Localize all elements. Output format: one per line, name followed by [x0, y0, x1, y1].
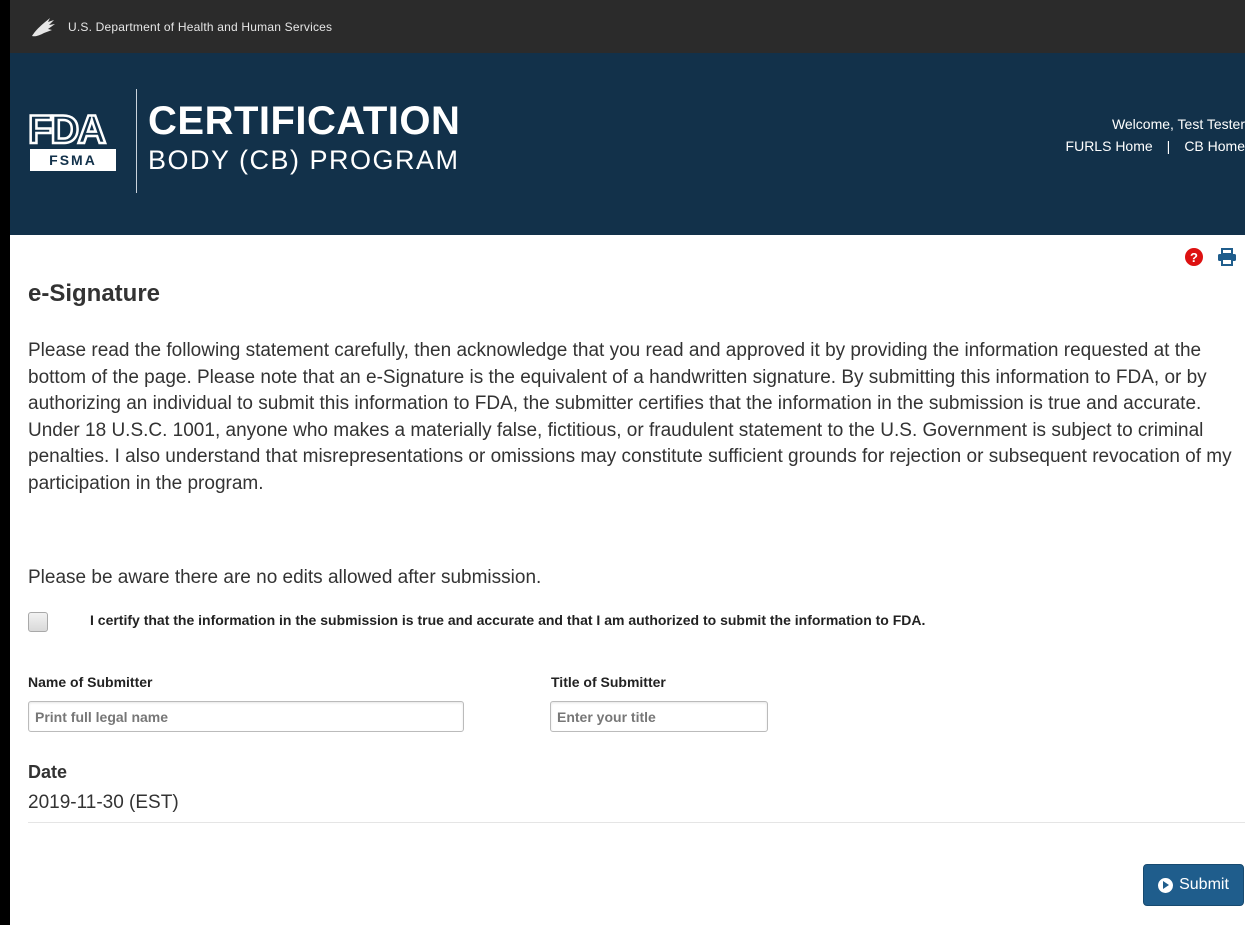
- hhs-eagle-icon: [32, 17, 55, 36]
- certify-checkbox[interactable]: [28, 612, 48, 632]
- page-tools: ?: [1185, 248, 1237, 266]
- title-of-submitter-label: Title of Submitter: [551, 674, 666, 690]
- site-header: FDA FSMA CERTIFICATION BODY (CB) PROGRAM…: [10, 53, 1245, 235]
- print-icon[interactable]: [1217, 248, 1237, 266]
- user-welcome-block: Welcome, Test Tester FURLS Home | CB Hom…: [1066, 113, 1245, 157]
- svg-text:FDA: FDA: [28, 108, 105, 147]
- certify-label: I certify that the information in the su…: [90, 612, 926, 628]
- title-of-submitter-input[interactable]: [550, 701, 768, 732]
- furls-home-link[interactable]: FURLS Home: [1066, 135, 1153, 157]
- submit-button[interactable]: Submit: [1143, 864, 1244, 906]
- submit-label: Submit: [1179, 876, 1229, 893]
- date-value: 2019-11-30 (EST): [28, 792, 179, 813]
- hhs-agency-name: U.S. Department of Health and Human Serv…: [68, 19, 333, 34]
- window-left-border: [0, 0, 10, 925]
- certify-row: I certify that the information in the su…: [28, 608, 925, 632]
- header-divider: [136, 89, 137, 193]
- fda-logo-icon: FDA: [27, 107, 109, 147]
- no-edits-note: Please be aware there are no edits allow…: [28, 567, 542, 588]
- program-title: CERTIFICATION: [148, 99, 461, 143]
- chevron-circle-right-icon: [1158, 877, 1174, 893]
- section-divider: [28, 822, 1245, 823]
- page-title: e-Signature: [28, 280, 161, 307]
- welcome-text: Welcome, Test Tester: [1111, 116, 1245, 132]
- program-subtitle: BODY (CB) PROGRAM: [148, 145, 460, 175]
- question-circle-icon[interactable]: ?: [1185, 248, 1203, 266]
- nav-separator: |: [1166, 138, 1171, 154]
- name-of-submitter-label: Name of Submitter: [28, 674, 153, 690]
- cb-home-link[interactable]: CB Home: [1184, 135, 1245, 157]
- date-label: Date: [28, 762, 68, 782]
- name-of-submitter-input[interactable]: [28, 701, 464, 732]
- hhs-top-bar: U.S. Department of Health and Human Serv…: [10, 0, 1245, 53]
- header-nav: FURLS Home | CB Home: [1066, 135, 1245, 157]
- esignature-statement: Please read the following statement care…: [28, 340, 1232, 494]
- fsma-badge: FSMA: [30, 149, 116, 171]
